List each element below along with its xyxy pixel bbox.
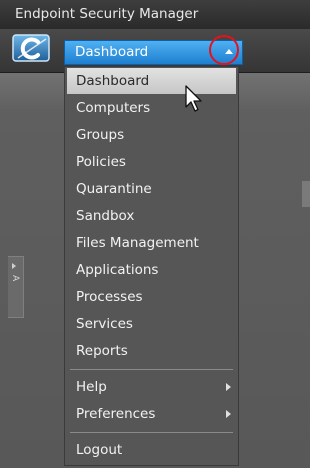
- expand-arrow-icon: [12, 263, 16, 269]
- comodo-c-logo-icon[interactable]: [10, 33, 54, 65]
- menu-item-label: Files Management: [76, 235, 199, 251]
- module-select[interactable]: Dashboard: [64, 40, 243, 65]
- menu-item-label: Help: [76, 379, 107, 395]
- menu-item-reports[interactable]: Reports: [67, 338, 236, 364]
- app-title: Endpoint Security Manager: [15, 6, 199, 22]
- module-select-value: Dashboard: [75, 44, 149, 60]
- right-panel-edge: [302, 181, 310, 207]
- menu-item-label: Policies: [76, 154, 126, 170]
- side-panel-tab[interactable]: A: [8, 256, 24, 318]
- chevron-right-icon: [226, 383, 231, 391]
- menu-item-label: Preferences: [76, 406, 156, 422]
- menu-item-label: Processes: [76, 289, 143, 305]
- menu-item-label: Computers: [76, 100, 151, 116]
- menu-item-label: Groups: [76, 127, 125, 143]
- menu-item-sandbox[interactable]: Sandbox: [67, 203, 236, 229]
- module-dropdown-menu: Dashboard Computers Groups Policies Quar…: [64, 66, 239, 466]
- caret-up-icon[interactable]: [225, 49, 233, 54]
- menu-item-label: Reports: [76, 343, 128, 359]
- side-panel-tab-label: A: [10, 275, 20, 282]
- menu-item-groups[interactable]: Groups: [67, 122, 236, 148]
- menu-item-quarantine[interactable]: Quarantine: [67, 176, 236, 202]
- menu-item-computers[interactable]: Computers: [67, 95, 236, 121]
- menu-item-preferences[interactable]: Preferences: [67, 401, 236, 427]
- menu-item-label: Dashboard: [76, 73, 150, 89]
- menu-item-label: Logout: [76, 442, 123, 458]
- menu-item-files-management[interactable]: Files Management: [67, 230, 236, 256]
- menu-item-dashboard[interactable]: Dashboard: [67, 68, 236, 94]
- menu-item-help[interactable]: Help: [67, 374, 236, 400]
- chevron-right-icon: [226, 410, 231, 418]
- title-bar: Endpoint Security Manager: [0, 0, 310, 30]
- menu-item-label: Services: [76, 316, 133, 332]
- menu-item-label: Quarantine: [76, 181, 152, 197]
- menu-item-applications[interactable]: Applications: [67, 257, 236, 283]
- menu-divider: [70, 432, 233, 433]
- menu-item-services[interactable]: Services: [67, 311, 236, 337]
- menu-item-logout[interactable]: Logout: [67, 437, 236, 463]
- menu-item-policies[interactable]: Policies: [67, 149, 236, 175]
- menu-item-processes[interactable]: Processes: [67, 284, 236, 310]
- menu-item-label: Applications: [76, 262, 159, 278]
- menu-item-label: Sandbox: [76, 208, 135, 224]
- app-window: Endpoint Security Manager A Dashboard Da…: [0, 0, 310, 468]
- menu-divider: [70, 369, 233, 370]
